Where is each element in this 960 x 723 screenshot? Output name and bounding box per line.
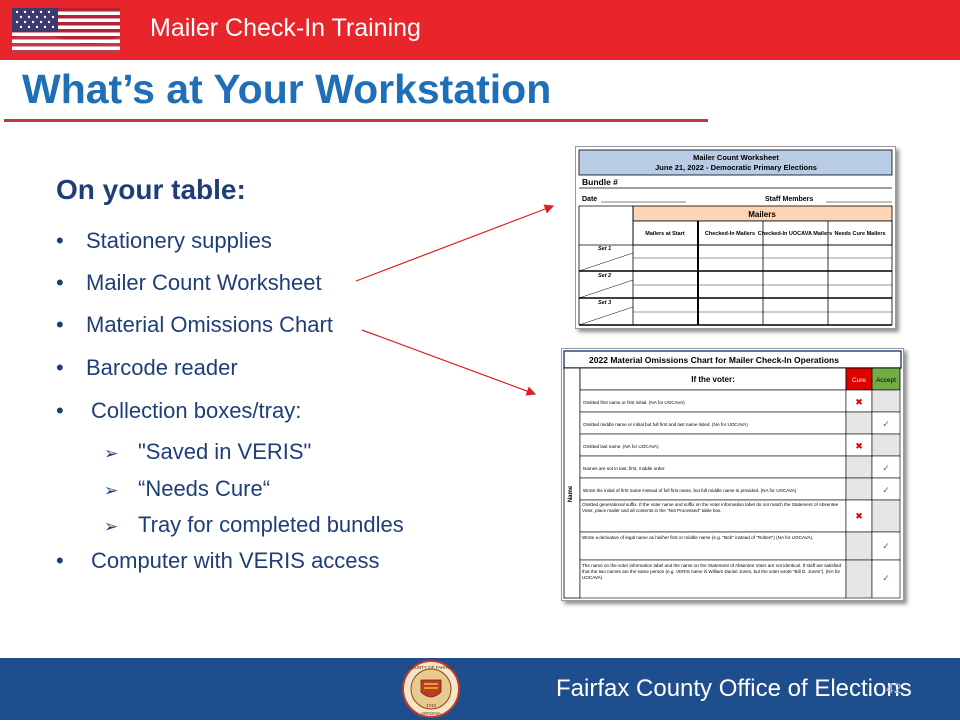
arrow-to-worksheet (355, 204, 555, 282)
county-seal-icon: COUNTY OF FAIRFAX VIRGINIA 1742 (402, 660, 460, 718)
footer-org-name: Fairfax County Office of Elections (556, 675, 912, 702)
seal-year: 1742 (426, 703, 437, 708)
arrow-to-omissions-chart (361, 329, 537, 396)
seal-top-text: COUNTY OF FAIRFAX (408, 665, 454, 670)
connector-arrows (355, 204, 555, 396)
page-number: 42 (886, 680, 902, 696)
seal-bottom-text: VIRGINIA (421, 711, 441, 716)
